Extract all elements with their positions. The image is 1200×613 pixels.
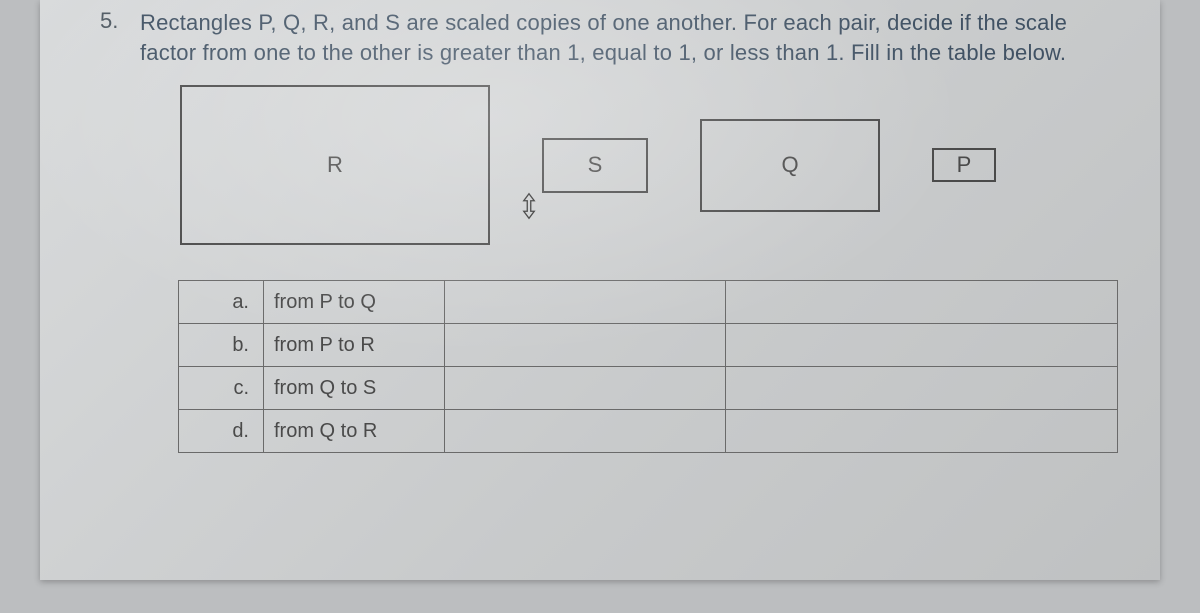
rectangles-row: R S Q P <box>180 70 1120 260</box>
answer-table: a. from P to Q b. from P to R c. from Q … <box>178 280 1118 453</box>
resize-cursor-icon <box>518 192 540 220</box>
worksheet-page: 5. Rectangles P, Q, R, and S are scaled … <box>40 0 1160 580</box>
problem-number: 5. <box>100 8 118 34</box>
row-letter: d. <box>179 410 264 453</box>
row-answer-2[interactable] <box>726 410 1118 453</box>
row-desc: from Q to R <box>264 410 445 453</box>
rectangle-S-label: S <box>588 152 603 178</box>
row-answer-2[interactable] <box>726 324 1118 367</box>
row-answer-1[interactable] <box>445 410 726 453</box>
row-answer-1[interactable] <box>445 281 726 324</box>
table-row: c. from Q to S <box>179 367 1118 410</box>
problem-text: Rectangles P, Q, R, and S are scaled cop… <box>140 8 1120 67</box>
row-answer-1[interactable] <box>445 324 726 367</box>
row-answer-2[interactable] <box>726 367 1118 410</box>
rectangle-Q-label: Q <box>781 152 798 178</box>
row-letter: a. <box>179 281 264 324</box>
row-letter: b. <box>179 324 264 367</box>
rectangle-Q: Q <box>700 119 880 212</box>
rectangle-P-label: P <box>957 152 972 178</box>
row-letter: c. <box>179 367 264 410</box>
row-answer-2[interactable] <box>726 281 1118 324</box>
row-answer-1[interactable] <box>445 367 726 410</box>
row-desc: from P to Q <box>264 281 445 324</box>
rectangle-P: P <box>932 148 996 182</box>
rectangle-R-label: R <box>327 152 343 178</box>
rectangle-R: R <box>180 85 490 245</box>
problem-block: 5. Rectangles P, Q, R, and S are scaled … <box>140 8 1120 67</box>
table-row: b. from P to R <box>179 324 1118 367</box>
row-desc: from P to R <box>264 324 445 367</box>
table-row: a. from P to Q <box>179 281 1118 324</box>
row-desc: from Q to S <box>264 367 445 410</box>
rectangle-S: S <box>542 138 648 193</box>
table-row: d. from Q to R <box>179 410 1118 453</box>
